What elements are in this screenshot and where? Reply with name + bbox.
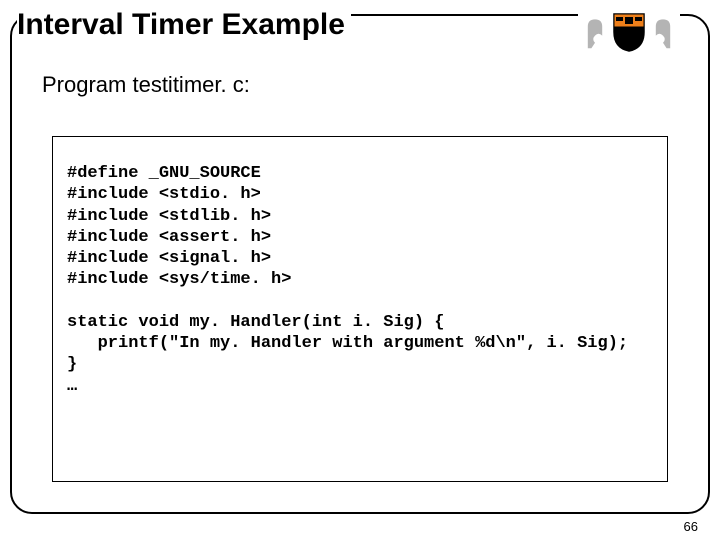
lion-left-icon — [584, 14, 606, 50]
page-number: 66 — [684, 519, 698, 534]
title-container: Interval Timer Example — [17, 8, 351, 46]
logo-container — [578, 12, 680, 52]
code-box: #define _GNU_SOURCE #include <stdio. h> … — [52, 136, 668, 482]
lion-right-icon — [652, 14, 674, 50]
princeton-shield-icon — [612, 12, 646, 52]
slide-frame: Interval Timer Example Program testitime… — [10, 14, 710, 514]
program-filename: Program testitimer. c: — [42, 72, 250, 98]
code-listing: #define _GNU_SOURCE #include <stdio. h> … — [67, 163, 653, 397]
slide-title: Interval Timer Example — [17, 8, 345, 42]
